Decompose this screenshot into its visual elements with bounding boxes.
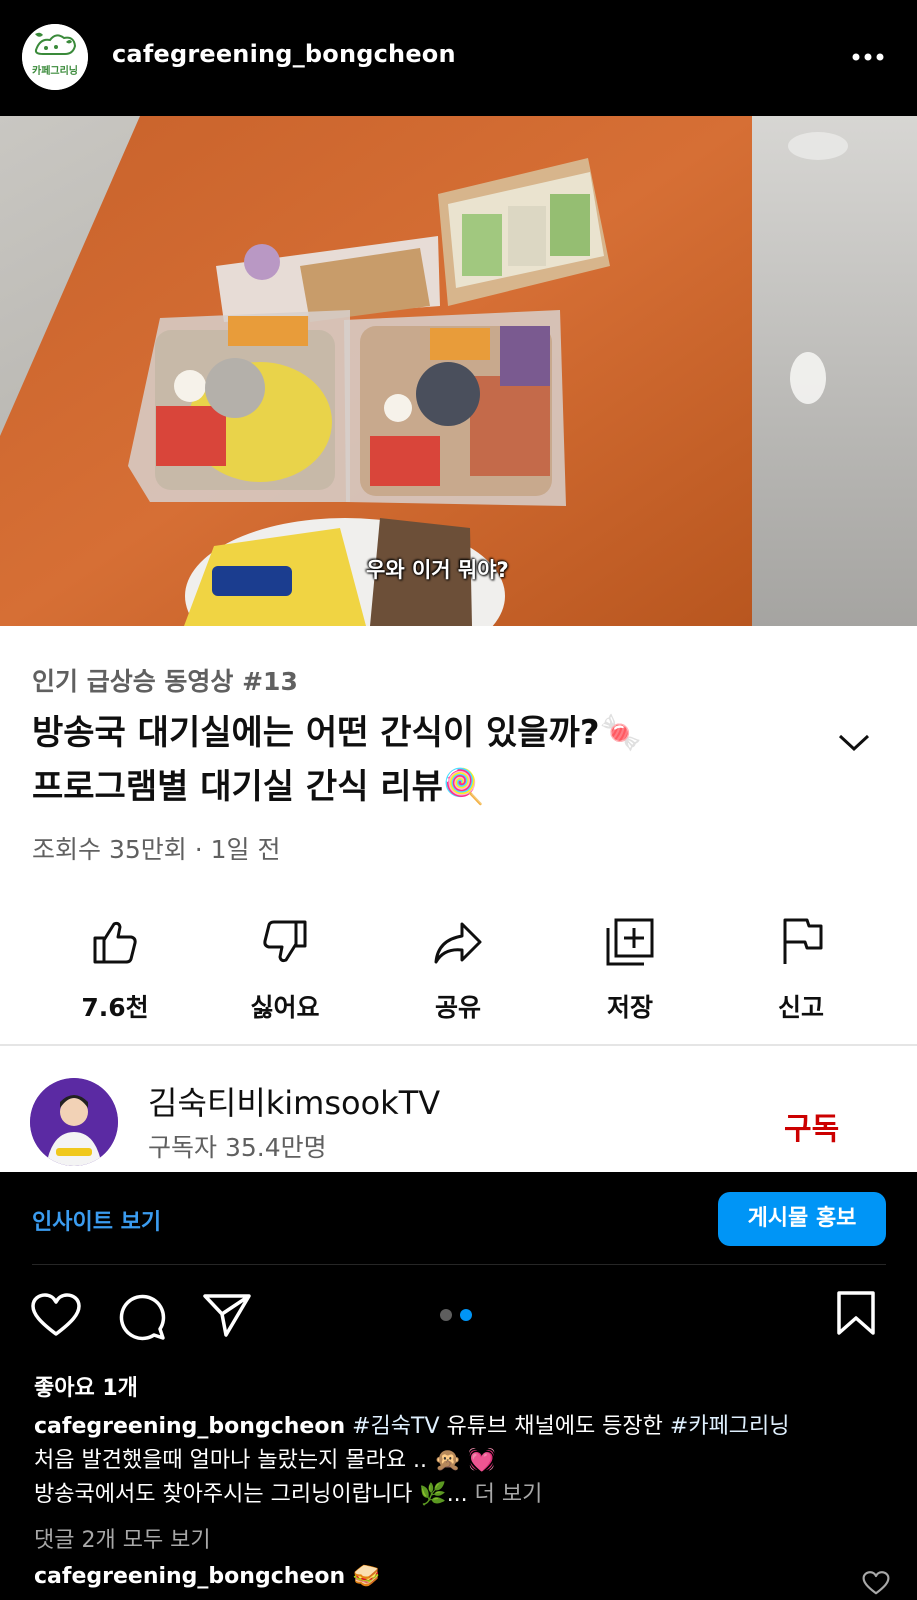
channel-avatar-image bbox=[30, 1078, 118, 1166]
report-label: 신고 bbox=[777, 993, 824, 1022]
youtube-info-panel: 인기 급상승 동영상 #13 방송국 대기실에는 어떤 간식이 있을까?🍬 프로… bbox=[0, 626, 917, 1172]
video-title-line2: 프로그램별 대기실 간식 리뷰🍭 bbox=[32, 767, 486, 807]
carousel-dot bbox=[440, 1309, 452, 1321]
caption-username[interactable]: cafegreening_bongcheon bbox=[34, 1414, 345, 1439]
trending-label[interactable]: 인기 급상승 동영상 #13 bbox=[32, 662, 298, 698]
comment-button[interactable] bbox=[116, 1291, 166, 1345]
bookmark-icon bbox=[837, 1291, 875, 1335]
save-label: 저장 bbox=[606, 993, 653, 1022]
post-caption: cafegreening_bongcheon #김숙TV 유튜브 채널에도 등장… bbox=[34, 1410, 894, 1512]
like-count: 7.6천 bbox=[81, 993, 149, 1022]
channel-row[interactable]: 김숙티비kimsookTV 구독자 35.4만명 구독 bbox=[0, 1046, 917, 1172]
caption-text: 유튜브 채널에도 등장한 bbox=[439, 1414, 670, 1439]
caption-line2: 처음 발견했을때 얼마나 놀랐는지 몰라요 .. 🙊 💓 bbox=[34, 1448, 496, 1473]
video-title[interactable]: 방송국 대기실에는 어떤 간식이 있을까?🍬 프로그램별 대기실 간식 리뷰🍭 bbox=[32, 706, 822, 814]
video-title-line1: 방송국 대기실에는 어떤 간식이 있을까?🍬 bbox=[32, 713, 642, 753]
caption-line1: cafegreening_bongcheon #김숙TV 유튜브 채널에도 등장… bbox=[34, 1410, 894, 1444]
snack-photo bbox=[0, 116, 917, 626]
hashtag-link[interactable]: #카페그리닝 bbox=[670, 1414, 790, 1439]
divider bbox=[32, 1264, 886, 1265]
like-post-button[interactable] bbox=[30, 1292, 82, 1342]
share-button[interactable]: 공유 bbox=[393, 896, 523, 1026]
save-playlist-icon bbox=[606, 918, 654, 966]
video-subtitle: 우와 이거 뭐야? bbox=[366, 558, 509, 582]
cafe-logo-icon: 카페그리닝 bbox=[22, 24, 88, 90]
share-label: 공유 bbox=[434, 993, 481, 1022]
hashtag-link[interactable]: #김숙TV bbox=[352, 1414, 439, 1439]
send-icon bbox=[203, 1294, 251, 1337]
flag-icon bbox=[783, 918, 823, 964]
more-horizontal-icon bbox=[852, 53, 884, 61]
carousel-dot-active bbox=[460, 1309, 472, 1321]
more-options-button[interactable] bbox=[848, 44, 888, 70]
like-comment-button[interactable] bbox=[862, 1570, 890, 1600]
thumbs-up-icon bbox=[93, 921, 137, 964]
caption-text: 방송국에서도 찾아주시는 그리닝이랍니다 🌿... bbox=[34, 1482, 468, 1507]
carousel-indicator bbox=[440, 1306, 480, 1325]
dislike-label: 싫어요 bbox=[250, 993, 320, 1022]
more-link[interactable]: 더 보기 bbox=[468, 1482, 543, 1507]
post-media[interactable]: 우와 이거 뭐야? 인기 급상승 동영상 #13 방송국 대기실에는 어떤 간식… bbox=[0, 116, 917, 1172]
comment-icon bbox=[119, 1294, 166, 1341]
caption-line3: 방송국에서도 찾아주시는 그리닝이랍니다 🌿... 더 보기 bbox=[34, 1478, 894, 1512]
like-button[interactable]: 7.6천 bbox=[50, 896, 180, 1026]
promote-post-button[interactable]: 게시물 홍보 bbox=[718, 1192, 886, 1246]
save-button[interactable]: 저장 bbox=[565, 896, 695, 1026]
thumbs-down-icon bbox=[263, 920, 307, 963]
heart-icon bbox=[31, 1293, 81, 1336]
post-header: 카페그리닝 cafegreening_bongcheon bbox=[0, 0, 917, 116]
chevron-down-icon bbox=[838, 734, 870, 752]
comment-item: cafegreening_bongcheon 🥪 bbox=[34, 1564, 380, 1589]
svg-text:카페그리닝: 카페그리닝 bbox=[32, 64, 78, 77]
share-post-button[interactable] bbox=[202, 1292, 252, 1342]
channel-name[interactable]: 김숙티비kimsookTV bbox=[148, 1078, 440, 1124]
save-post-button[interactable] bbox=[836, 1290, 876, 1340]
channel-subscribers: 구독자 35.4만명 bbox=[148, 1133, 327, 1162]
profile-avatar[interactable]: 카페그리닝 bbox=[22, 24, 88, 90]
subscribe-button[interactable]: 구독 bbox=[784, 1104, 839, 1148]
channel-avatar[interactable] bbox=[30, 1078, 118, 1166]
expand-description-button[interactable] bbox=[836, 730, 872, 754]
post-username[interactable]: cafegreening_bongcheon bbox=[112, 40, 456, 68]
view-insights-link[interactable]: 인사이트 보기 bbox=[32, 1204, 161, 1236]
video-meta: 조회수 35만회 · 1일 전 bbox=[32, 835, 281, 864]
report-button[interactable]: 신고 bbox=[736, 896, 866, 1026]
likes-count[interactable]: 좋아요 1개 bbox=[34, 1370, 138, 1402]
dislike-button[interactable]: 싫어요 bbox=[220, 896, 350, 1026]
comment-text: 🥪 bbox=[352, 1564, 381, 1589]
share-icon bbox=[434, 922, 482, 964]
comment-username[interactable]: cafegreening_bongcheon bbox=[34, 1564, 345, 1589]
view-comments-link[interactable]: 댓글 2개 모두 보기 bbox=[34, 1522, 211, 1554]
video-actions: 7.6천 싫어요 공유 저장 신고 bbox=[0, 896, 917, 1036]
video-thumbnail[interactable]: 우와 이거 뭐야? bbox=[0, 116, 917, 626]
heart-icon bbox=[862, 1571, 890, 1595]
